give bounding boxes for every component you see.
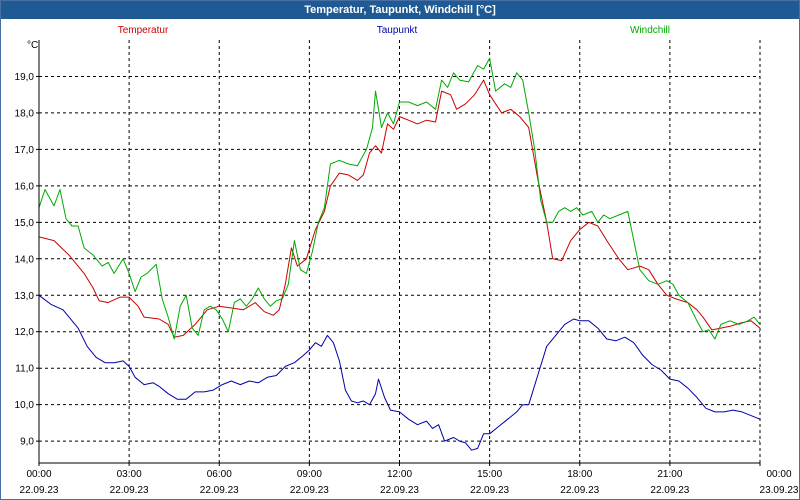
x-tick-date: 22.09.23 (290, 485, 329, 496)
legend: Temperatur Taupunkt Windchill (118, 25, 670, 36)
x-tick-time: 21:00 (657, 469, 682, 480)
y-tick-label: 10,0 (15, 400, 35, 411)
x-tick-time: 12:00 (387, 469, 412, 480)
legend-item-taupunkt: Taupunkt (377, 25, 418, 36)
y-tick-label: 17,0 (15, 145, 35, 156)
y-tick-label: 11,0 (15, 364, 34, 375)
y-ticks: 9,0 10,0 11,0 12,0 13,0 14,0 15,0 16,0 17,0 18,0 1… (15, 72, 39, 448)
x-tick-time: 03:00 (117, 469, 142, 480)
y-tick-label: 15,0 (15, 218, 35, 229)
x-ticks: 00:00 22.09.23 03:00 22.09.23 06:00 22.09.23 0… (20, 463, 799, 496)
y-tick-label: 9,0 (20, 437, 34, 448)
x-tick-date: 22.09.23 (200, 485, 239, 496)
x-tick-time: 00:00 (766, 469, 791, 480)
y-tick-label: 18,0 (15, 108, 35, 119)
legend-item-windchill: Windchill (630, 25, 670, 36)
y-axis-unit: °C (27, 40, 38, 51)
x-tick-date: 22.09.23 (470, 485, 509, 496)
x-tick-date: 22.09.23 (110, 485, 149, 496)
x-tick-date: 22.09.23 (20, 485, 59, 496)
x-tick-date: 23.09.23 (760, 485, 799, 496)
y-tick-label: 14,0 (15, 254, 35, 265)
legend-item-temperatur: Temperatur (118, 25, 169, 36)
chart: °C 9,0 10,0 11,0 12,0 13,0 14,0 15,0 16,0 17,0 18… (15, 25, 799, 496)
x-tick-time: 09:00 (297, 469, 322, 480)
y-tick-label: 16,0 (15, 181, 35, 192)
x-tick-time: 18:00 (567, 469, 592, 480)
y-tick-label: 13,0 (15, 291, 35, 302)
x-tick-time: 15:00 (477, 469, 502, 480)
x-tick-date: 22.09.23 (560, 485, 599, 496)
x-tick-time: 06:00 (207, 469, 232, 480)
x-tick-time: 00:00 (26, 469, 51, 480)
y-tick-label: 19,0 (15, 72, 35, 83)
y-tick-label: 12,0 (15, 327, 35, 338)
x-tick-date: 22.09.23 (650, 485, 689, 496)
x-tick-date: 22.09.23 (380, 485, 419, 496)
